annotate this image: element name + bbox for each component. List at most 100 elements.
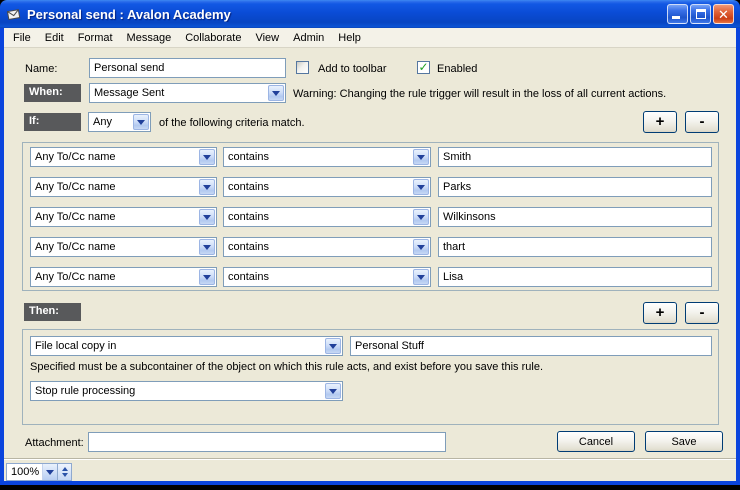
when-section-label: When: (24, 84, 81, 102)
criteria-operator-value: contains (224, 271, 413, 283)
zoom-spinner[interactable] (57, 464, 71, 480)
rule-editor-window: Personal send : Avalon Academy ✕ File Ed… (0, 0, 740, 485)
if-match-select[interactable]: Any (88, 112, 151, 132)
criteria-value-input[interactable] (438, 207, 712, 227)
remove-action-button[interactable]: - (685, 302, 719, 324)
menu-admin[interactable]: Admin (286, 30, 331, 46)
criteria-operator-value: contains (224, 151, 413, 163)
menu-edit[interactable]: Edit (38, 30, 71, 46)
if-match-value: Any (89, 116, 133, 128)
zoom-dropdown-button[interactable] (42, 464, 57, 480)
chevron-down-icon[interactable] (199, 269, 215, 285)
if-suffix-text: of the following criteria match. (159, 117, 305, 129)
criteria-value-input[interactable] (438, 147, 712, 167)
criteria-operator-select[interactable]: contains (223, 177, 431, 197)
enabled-checkbox[interactable]: ✓ (417, 61, 430, 74)
action-target-input[interactable] (350, 336, 712, 356)
desktop: Personal send : Avalon Academy ✕ File Ed… (0, 0, 740, 490)
spinner-up-icon (62, 467, 68, 471)
name-input[interactable] (89, 58, 286, 78)
chevron-down-icon[interactable] (199, 209, 215, 225)
criteria-field-select[interactable]: Any To/Cc name (30, 147, 217, 167)
window-icon (6, 6, 22, 22)
statusbar-divider (4, 458, 736, 460)
criteria-operator-value: contains (224, 241, 413, 253)
criteria-field-select[interactable]: Any To/Cc name (30, 177, 217, 197)
criteria-operator-select[interactable]: contains (223, 207, 431, 227)
action-select[interactable]: File local copy in (30, 336, 343, 356)
when-trigger-value: Message Sent (90, 87, 268, 99)
enabled-label: Enabled (437, 63, 477, 75)
chevron-down-icon[interactable] (413, 149, 429, 165)
minimize-icon (672, 16, 680, 19)
title-bar[interactable]: Personal send : Avalon Academy ✕ (0, 0, 740, 28)
chevron-down-icon[interactable] (268, 85, 284, 101)
add-to-toolbar-checkbox[interactable] (296, 61, 309, 74)
criteria-field-select[interactable]: Any To/Cc name (30, 237, 217, 257)
menu-format[interactable]: Format (71, 30, 120, 46)
second-action-value: Stop rule processing (31, 385, 325, 397)
save-button[interactable]: Save (645, 431, 723, 452)
chevron-down-icon[interactable] (199, 239, 215, 255)
name-label: Name: (25, 63, 57, 75)
menu-view[interactable]: View (248, 30, 286, 46)
zoom-control[interactable]: 100% (6, 463, 72, 481)
chevron-down-icon[interactable] (413, 209, 429, 225)
criteria-field-value: Any To/Cc name (31, 151, 199, 163)
add-action-button[interactable]: + (643, 302, 677, 324)
chevron-down-icon[interactable] (325, 383, 341, 399)
window-title: Personal send : Avalon Academy (27, 7, 665, 22)
criteria-operator-select[interactable]: contains (223, 237, 431, 257)
criteria-operator-select[interactable]: contains (223, 267, 431, 287)
criteria-field-value: Any To/Cc name (31, 271, 199, 283)
chevron-down-icon (46, 470, 54, 475)
menu-file[interactable]: File (6, 30, 38, 46)
minimize-button[interactable] (667, 4, 688, 24)
chevron-down-icon[interactable] (133, 114, 149, 130)
criteria-field-value: Any To/Cc name (31, 211, 199, 223)
action-note-text: Specified must be a subcontainer of the … (30, 361, 543, 373)
criteria-value-input[interactable] (438, 267, 712, 287)
check-icon: ✓ (418, 62, 429, 73)
criteria-value-input[interactable] (438, 177, 712, 197)
criteria-field-value: Any To/Cc name (31, 181, 199, 193)
remove-criteria-button[interactable]: - (685, 111, 719, 133)
criteria-operator-value: contains (224, 211, 413, 223)
close-button[interactable]: ✕ (713, 4, 734, 24)
menu-collaborate[interactable]: Collaborate (178, 30, 248, 46)
attachment-label: Attachment: (25, 437, 84, 449)
menu-bar: File Edit Format Message Collaborate Vie… (4, 28, 736, 48)
when-warning-text: Warning: Changing the rule trigger will … (293, 88, 666, 100)
cancel-button[interactable]: Cancel (557, 431, 635, 452)
criteria-value-input[interactable] (438, 237, 712, 257)
chevron-down-icon[interactable] (199, 149, 215, 165)
add-to-toolbar-label: Add to toolbar (318, 63, 387, 75)
attachment-input[interactable] (88, 432, 446, 452)
criteria-field-select[interactable]: Any To/Cc name (30, 207, 217, 227)
then-section-label: Then: (24, 303, 81, 321)
window-border-left (0, 28, 4, 481)
action-value: File local copy in (31, 340, 325, 352)
chevron-down-icon[interactable] (413, 239, 429, 255)
if-section-label: If: (24, 113, 81, 131)
window-border-right (736, 28, 740, 481)
chevron-down-icon[interactable] (199, 179, 215, 195)
chevron-down-icon[interactable] (413, 269, 429, 285)
second-action-select[interactable]: Stop rule processing (30, 381, 343, 401)
when-trigger-select[interactable]: Message Sent (89, 83, 286, 103)
maximize-icon (696, 9, 706, 19)
spinner-down-icon (62, 473, 68, 477)
window-border-bottom (0, 481, 740, 485)
criteria-field-value: Any To/Cc name (31, 241, 199, 253)
menu-help[interactable]: Help (331, 30, 368, 46)
chevron-down-icon[interactable] (413, 179, 429, 195)
close-icon: ✕ (714, 5, 733, 23)
chevron-down-icon[interactable] (325, 338, 341, 354)
zoom-value: 100% (7, 464, 42, 480)
maximize-button[interactable] (690, 4, 711, 24)
add-criteria-button[interactable]: + (643, 111, 677, 133)
criteria-field-select[interactable]: Any To/Cc name (30, 267, 217, 287)
criteria-operator-select[interactable]: contains (223, 147, 431, 167)
menu-message[interactable]: Message (120, 30, 179, 46)
criteria-operator-value: contains (224, 181, 413, 193)
